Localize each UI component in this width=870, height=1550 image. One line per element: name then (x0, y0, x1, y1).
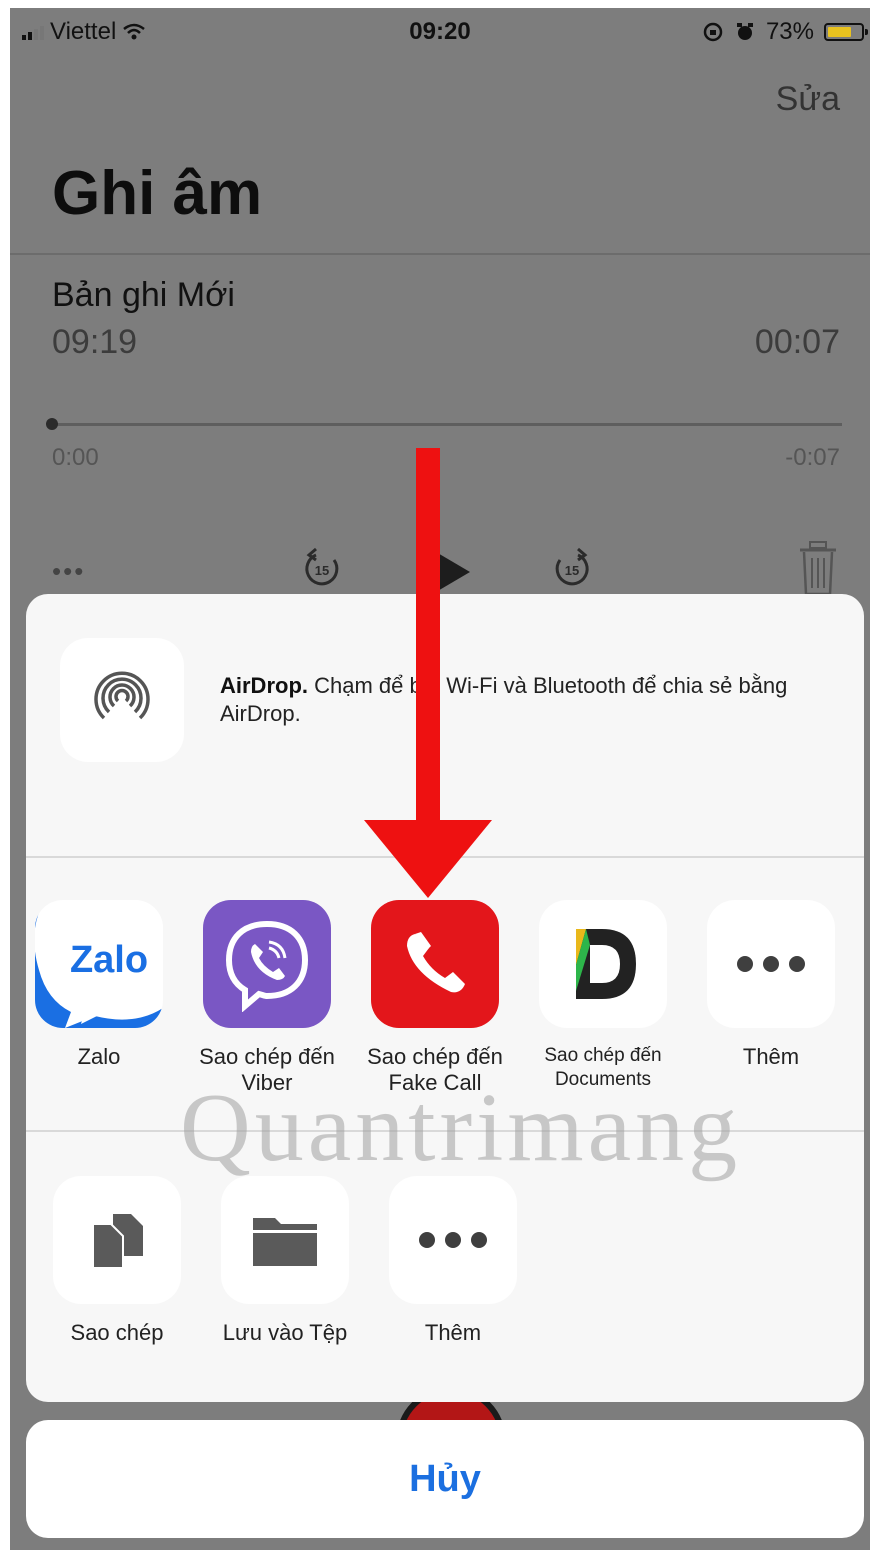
voice-memos-screen: Viettel 09:20 73% Sửa Ghi âm Bản ghi Mới… (10, 8, 870, 1550)
share-app-label: Zalo (77, 1044, 121, 1069)
folder-icon[interactable] (221, 1176, 349, 1304)
orientation-lock-icon (703, 22, 723, 42)
viber-icon[interactable] (203, 900, 331, 1028)
recording-name[interactable]: Bản ghi Mới (52, 276, 235, 315)
skip-back-label: 15 (315, 563, 329, 578)
battery-icon (824, 23, 868, 41)
trash-icon[interactable] (796, 540, 840, 596)
red-arrow-annotation (364, 448, 492, 898)
playback-scrubber[interactable] (50, 423, 842, 426)
share-action-label: Sao chép (70, 1320, 164, 1345)
header-divider (10, 253, 870, 255)
battery-percent: 73% (765, 18, 814, 45)
phone-icon[interactable] (371, 900, 499, 1028)
skip-forward-label: 15 (565, 563, 579, 578)
share-action-more[interactable]: Thêm (378, 1176, 528, 1346)
documents-icon[interactable] (539, 900, 667, 1028)
share-action-save-to-files[interactable]: Lưu vào Tệp (210, 1176, 360, 1346)
alarm-icon (736, 23, 753, 40)
share-app-zalo[interactable]: Zalo Zalo (26, 900, 174, 1070)
share-app-label: Thêm (742, 1044, 800, 1069)
copy-icon[interactable] (53, 1176, 181, 1304)
recording-duration: 00:07 (754, 323, 840, 361)
page-title: Ghi âm (52, 159, 263, 228)
more-icon[interactable] (707, 900, 835, 1028)
status-bar: Viettel 09:20 73% (10, 8, 870, 54)
share-app-documents[interactable]: Sao chép đến Documents (528, 900, 678, 1092)
skip-back-15-icon[interactable]: 15 (300, 546, 344, 590)
share-action-copy[interactable]: Sao chép (42, 1176, 192, 1346)
share-action-label: Lưu vào Tệp (222, 1320, 348, 1345)
share-app-fake-call[interactable]: Sao chép đến Fake Call (360, 900, 510, 1096)
more-options-button[interactable]: ••• (52, 556, 85, 587)
airdrop-title: AirDrop. (220, 673, 308, 698)
share-action-label: Thêm (424, 1320, 482, 1345)
airdrop-description: AirDrop. Chạm để bật Wi-Fi và Bluetooth … (220, 672, 840, 728)
elapsed-time: 0:00 (52, 444, 99, 471)
more-icon[interactable] (389, 1176, 517, 1304)
share-app-viber[interactable]: Sao chép đến Viber (192, 900, 342, 1096)
skip-forward-15-icon[interactable]: 15 (550, 546, 594, 590)
edit-button[interactable]: Sửa (776, 80, 840, 119)
watermark: Quantrimang (180, 1074, 742, 1182)
share-app-more[interactable]: Thêm (696, 900, 846, 1070)
status-right: 73% (702, 18, 868, 46)
remaining-time: -0:07 (785, 444, 840, 471)
zalo-icon[interactable]: Zalo (35, 900, 163, 1028)
zalo-logo-text: Zalo (70, 939, 148, 981)
cancel-button[interactable]: Hủy (26, 1420, 864, 1538)
airdrop-icon[interactable] (60, 638, 184, 762)
recording-timestamp: 09:19 (52, 323, 138, 361)
scrubber-knob[interactable] (46, 418, 58, 430)
